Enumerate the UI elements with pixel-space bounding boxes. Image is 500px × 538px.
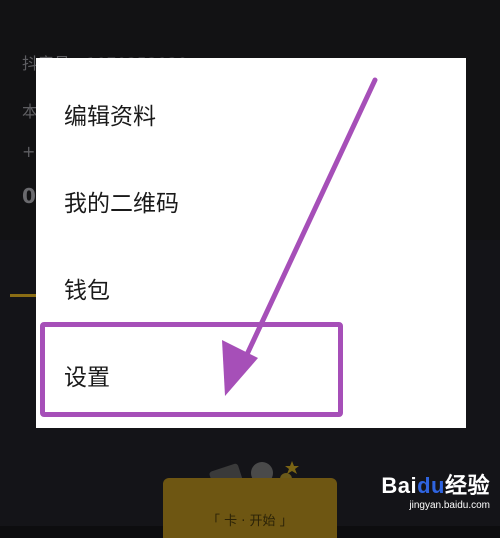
- pointer-arrow-icon: [222, 77, 378, 396]
- baidu-paw-icon: du: [417, 473, 445, 498]
- watermark-site: jingyan.baidu.com: [409, 500, 490, 511]
- watermark-brand-prefix: Bai: [381, 473, 418, 498]
- watermark-brand: Baidu经验: [381, 468, 490, 500]
- baidu-jingyan-watermark: Baidu经验 jingyan.baidu.com: [381, 468, 490, 511]
- watermark-brand-suffix: 经验: [444, 473, 490, 498]
